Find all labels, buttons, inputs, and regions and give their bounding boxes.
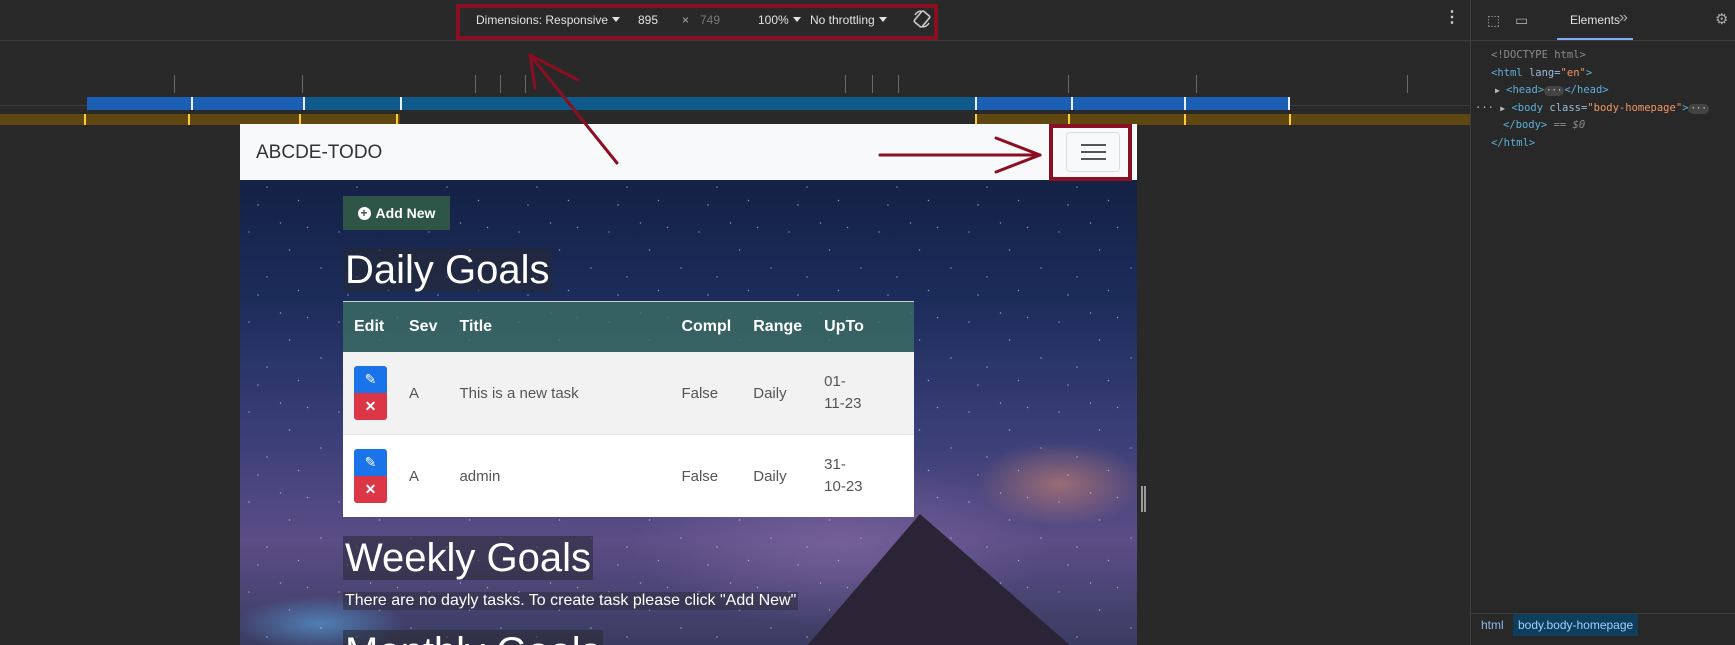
- compl-cell: False: [670, 352, 743, 435]
- dom-html-node[interactable]: <html lang="en">: [1471, 65, 1735, 83]
- dom-tree: <!DOCTYPE html> <html lang="en"> ▶ <head…: [1471, 41, 1735, 152]
- weekly-empty-message: There are no dayly tasks. To create task…: [343, 592, 799, 610]
- dom-body-node[interactable]: ··· ▶ <body class="body-homepage"> ···: [1471, 100, 1735, 118]
- sev-cell: A: [398, 352, 449, 435]
- pencil-icon: ✎: [364, 454, 377, 470]
- weekly-goals-title: Weekly Goals: [343, 536, 594, 580]
- table-row: ✎ ✕ A admin False Daily 31- 10-23: [343, 434, 914, 517]
- range-cell: Daily: [742, 434, 814, 517]
- background-mountain: [800, 514, 1080, 645]
- column-header-compl: Compl: [670, 301, 743, 352]
- toolbar-highlight-box: [456, 4, 938, 40]
- sev-cell: A: [398, 434, 449, 517]
- dom-head-node[interactable]: ▶ <head> ··· </head>: [1471, 82, 1735, 100]
- column-header-upto: UpTo: [813, 301, 914, 352]
- upto-line-2: 11-23: [824, 395, 862, 412]
- edit-cell: ✎ ✕: [343, 434, 398, 517]
- media-query-min-width-bar[interactable]: [975, 97, 1290, 110]
- upto-line-2: 10-23: [824, 478, 863, 495]
- add-new-label: Add New: [375, 205, 436, 221]
- dom-body-close: </body> == $0: [1503, 119, 1586, 131]
- device-toggle-icon[interactable]: ▭: [1515, 12, 1528, 29]
- range-cell: Daily: [742, 352, 814, 435]
- gear-icon[interactable]: ⚙: [1715, 10, 1728, 28]
- delete-task-button[interactable]: ✕: [354, 476, 387, 503]
- title-cell: admin: [448, 434, 671, 517]
- inspect-icon[interactable]: ⬚: [1487, 12, 1500, 29]
- edit-task-button[interactable]: ✎: [354, 449, 387, 476]
- times-icon: ✕: [364, 398, 377, 414]
- column-header-range: Range: [742, 301, 814, 352]
- navbar: ABCDE-TODO: [240, 124, 1137, 180]
- viewport-resize-handle[interactable]: [1141, 486, 1146, 512]
- dom-doctype: <!DOCTYPE html>: [1491, 49, 1586, 61]
- devtools-panel: ⬚ ▭ Elements » ⚙ <!DOCTYPE html> <html l…: [1470, 0, 1735, 645]
- pencil-icon: ✎: [364, 371, 377, 387]
- breadcrumb-body[interactable]: body.body-homepage: [1513, 614, 1639, 636]
- more-vertical-icon[interactable]: ⋮: [1444, 10, 1460, 26]
- media-query-range-bar[interactable]: [305, 97, 975, 110]
- add-new-button[interactable]: + Add New: [343, 196, 450, 230]
- upto-cell: 31- 10-23: [813, 434, 914, 517]
- daily-goals-table: Edit Sev Title Compl Range UpTo ✎ ✕ A Th…: [343, 301, 914, 517]
- times-icon: ✕: [364, 481, 377, 497]
- column-header-title: Title: [448, 301, 671, 352]
- table-header-row: Edit Sev Title Compl Range UpTo: [343, 301, 914, 352]
- title-cell: This is a new task: [448, 352, 671, 435]
- media-query-max-width-bar[interactable]: [87, 97, 305, 110]
- devtools-header: ⬚ ▭ Elements » ⚙: [1471, 0, 1735, 41]
- toggler-highlight-box: [1049, 124, 1132, 181]
- edit-cell: ✎ ✕: [343, 352, 398, 435]
- daily-goals-title: Daily Goals: [343, 248, 552, 292]
- upto-line-1: 01-: [824, 373, 846, 390]
- table-row: ✎ ✕ A This is a new task False Daily 01-…: [343, 352, 914, 435]
- edit-task-button[interactable]: ✎: [354, 366, 387, 393]
- compl-cell: False: [670, 434, 743, 517]
- breadcrumb: html body.body-homepage: [1471, 613, 1735, 636]
- chevrons-right-icon[interactable]: »: [1619, 9, 1628, 27]
- monthly-goals-title: Monthly Goals: [343, 630, 603, 645]
- delete-task-button[interactable]: ✕: [354, 393, 387, 420]
- plus-circle-icon: +: [357, 206, 371, 220]
- column-header-edit: Edit: [343, 301, 398, 352]
- breadcrumb-html[interactable]: html: [1481, 618, 1504, 632]
- upto-line-1: 31-: [824, 456, 846, 473]
- emulated-viewport: ABCDE-TODO + Add New Daily Goals Edit Se…: [240, 124, 1137, 645]
- column-header-sev: Sev: [398, 301, 449, 352]
- brand-link[interactable]: ABCDE-TODO: [256, 142, 382, 164]
- dom-html-close: </html>: [1491, 136, 1536, 149]
- media-query-bars: [0, 41, 1470, 125]
- upto-cell: 01- 11-23: [813, 352, 914, 435]
